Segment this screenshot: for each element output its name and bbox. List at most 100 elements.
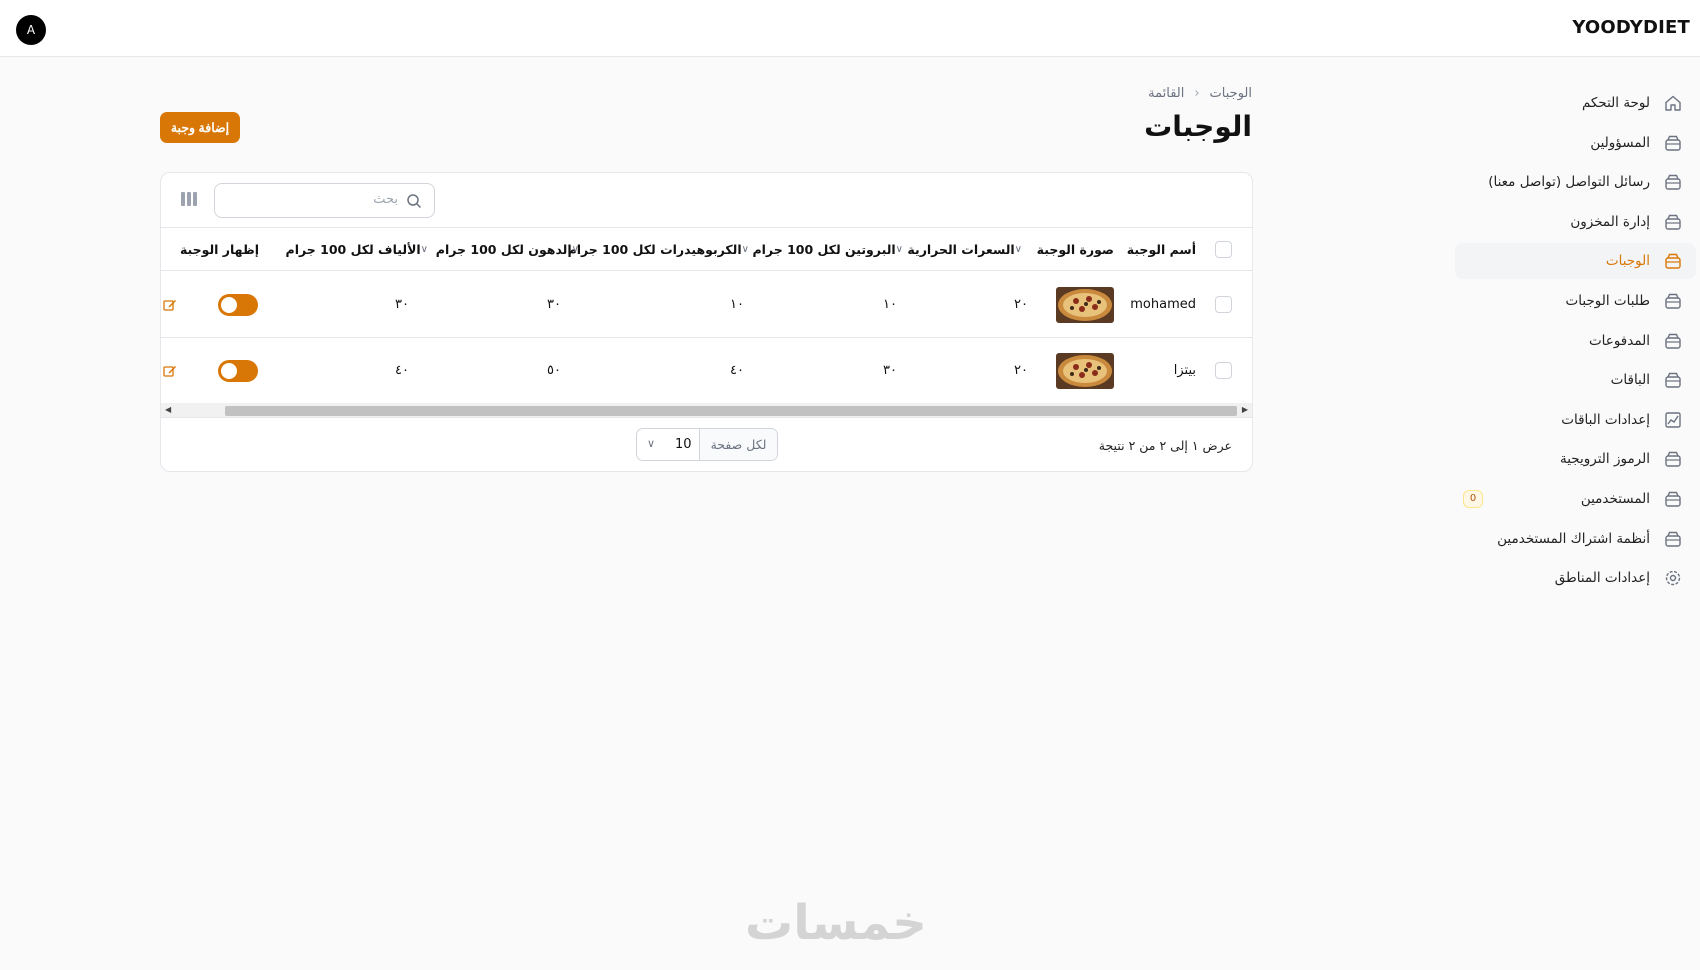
sidebar-item[interactable]: طلبات الوجبات	[1455, 283, 1696, 319]
sort-chevron-icon[interactable]: ∨	[742, 244, 749, 255]
columns-toggle-icon[interactable]	[181, 192, 199, 208]
protein-value: ٣٠	[883, 363, 897, 378]
search-box	[214, 183, 435, 218]
meal-image	[1056, 352, 1114, 389]
row-checkbox-cell	[1215, 338, 1232, 403]
watermark-logo: خمسات	[745, 895, 927, 951]
header-protein[interactable]: البروتين لكل 100 جرام ∨	[752, 228, 909, 270]
sidebar-item[interactable]: الوجبات	[1455, 243, 1696, 280]
scroll-right-icon[interactable]: ▶	[1242, 405, 1248, 414]
box-icon	[1664, 371, 1682, 389]
header-carbs-label: الكربوهيدرات لكل 100 جرام	[567, 241, 742, 257]
box-icon	[1664, 450, 1682, 468]
pagination-summary: عرض ١ إلى ٢ من ٢ نتيجة	[1098, 438, 1232, 453]
box-icon	[1664, 490, 1682, 508]
select-all-checkbox[interactable]	[1215, 240, 1232, 258]
header-name[interactable]: أسم الوجبة	[1127, 228, 1196, 270]
sidebar-item-label: المسؤولين	[1590, 134, 1650, 151]
header-visible: إظهار الوجبة	[179, 241, 259, 257]
fats-value: ٥٠	[547, 363, 561, 378]
home-icon	[1664, 94, 1682, 112]
sidebar-item[interactable]: إعدادات المناطق	[1455, 560, 1696, 596]
sidebar-item[interactable]: لوحة التحكم	[1455, 85, 1696, 121]
header-carbs[interactable]: الكربوهيدرات لكل 100 جرام ∨	[568, 228, 755, 270]
sidebar-item-label: لوحة التحكم	[1581, 95, 1650, 111]
meal-image-cell	[1056, 272, 1114, 337]
box-icon	[1664, 530, 1682, 548]
select-all-checkbox-cell	[1215, 228, 1232, 270]
visibility-toggle[interactable]	[218, 359, 258, 382]
edit-icon[interactable]	[163, 364, 177, 378]
sidebar-item[interactable]: المستخدمين 0	[1455, 481, 1696, 517]
visibility-toggle[interactable]	[218, 293, 258, 316]
horizontal-scrollbar[interactable]: ◀ ▶	[161, 403, 1252, 418]
sidebar-item[interactable]: إعدادات الباقات	[1455, 402, 1696, 438]
table-row: mohamed ٢٠ ١٠ ١٠ ٣٠ ٣٠	[161, 272, 1252, 338]
table-header: أسم الوجبة صورة الوجبة السعرات الحرارية ∨…	[161, 228, 1252, 271]
scrollbar-thumb[interactable]	[225, 406, 1237, 416]
carbs-value: ٤٠	[730, 363, 744, 378]
fiber-value: ٤٠	[395, 363, 409, 378]
breadcrumb-separator-icon: ‹	[1194, 86, 1200, 101]
header-protein-label: البروتين لكل 100 جرام	[752, 241, 896, 257]
visibility-toggle-cell	[218, 272, 258, 337]
sort-chevron-icon[interactable]: ∨	[896, 244, 903, 255]
edit-cell	[163, 272, 177, 337]
sidebar-item[interactable]: إدارة المخزون	[1455, 204, 1696, 240]
chart-icon	[1664, 411, 1682, 429]
sidebar-item[interactable]: المدفوعات	[1455, 323, 1696, 359]
search-icon	[407, 194, 422, 209]
gear-icon	[1664, 569, 1682, 587]
table-toolbar	[161, 173, 1252, 228]
sort-chevron-icon[interactable]: ∨	[1015, 244, 1022, 255]
header-fiber[interactable]: الألياف لكل 100 جرام ∨	[286, 228, 434, 270]
sidebar-item-label: إعدادات المناطق	[1554, 570, 1650, 587]
sidebar-item[interactable]: الرموز الترويجية	[1455, 441, 1696, 477]
box-icon	[1664, 213, 1682, 231]
per-page-select[interactable]: ∨ 10 لكل صفحة	[636, 428, 778, 461]
header-fats[interactable]: الدهون لكل 100 جرام ∨	[436, 228, 585, 270]
box-icon	[1664, 134, 1682, 152]
sidebar-item[interactable]: أنظمة اشتراك المستخدمين	[1455, 521, 1696, 557]
sort-chevron-icon[interactable]: ∨	[572, 244, 579, 255]
brand-logo[interactable]: YOODYDIET	[1572, 17, 1690, 38]
sidebar-item-label: إعدادات الباقات	[1561, 411, 1650, 428]
sidebar-item-label: المدفوعات	[1588, 332, 1650, 349]
search-input[interactable]	[238, 192, 398, 207]
meals-table-card: أسم الوجبة صورة الوجبة السعرات الحرارية∨…	[160, 172, 1253, 472]
table-row: بيتزا ٢٠ ٣٠ ٤٠ ٥٠ ٤٠	[161, 338, 1252, 404]
count-badge: 0	[1463, 489, 1483, 508]
user-avatar[interactable]: A	[16, 15, 46, 45]
edit-icon[interactable]	[163, 298, 177, 312]
sidebar-item[interactable]: المسؤولين	[1455, 125, 1696, 161]
scroll-left-icon[interactable]: ◀	[165, 405, 171, 414]
sidebar-item-label: الباقات	[1610, 372, 1650, 389]
sidebar-item-label: أنظمة اشتراك المستخدمين	[1497, 530, 1650, 547]
sidebar-item[interactable]: الباقات	[1455, 362, 1696, 398]
breadcrumb: الوجبات ‹ القائمة	[1148, 86, 1252, 101]
box-icon	[1664, 173, 1682, 191]
top-bar: A YOODYDIET	[0, 0, 1700, 57]
meal-image	[1056, 286, 1114, 323]
protein-value: ١٠	[883, 297, 897, 312]
row-checkbox[interactable]	[1215, 296, 1232, 313]
breadcrumb-parent[interactable]: الوجبات	[1210, 86, 1252, 101]
breadcrumb-current: القائمة	[1148, 86, 1185, 101]
page-title: الوجبات	[1144, 110, 1252, 143]
sidebar-item-label: طلبات الوجبات	[1565, 292, 1650, 309]
meal-name: بيتزا	[1173, 363, 1196, 378]
box-icon	[1664, 252, 1682, 270]
sort-chevron-icon[interactable]: ∨	[421, 244, 428, 255]
sidebar-item-label: رسائل التواصل (تواصل معنا)	[1488, 174, 1650, 191]
row-checkbox[interactable]	[1215, 362, 1232, 379]
sidebar-item[interactable]: رسائل التواصل (تواصل معنا)	[1455, 164, 1696, 200]
add-meal-button[interactable]: إضافة وجبة	[160, 112, 240, 143]
header-calories[interactable]: السعرات الحرارية ∨	[907, 228, 1028, 270]
chevron-down-icon[interactable]: ∨	[647, 437, 655, 450]
box-icon	[1664, 292, 1682, 310]
per-page-value[interactable]: 10	[675, 437, 692, 452]
carbs-value: ١٠	[730, 297, 744, 312]
sidebar-item-label: المستخدمين	[1580, 490, 1650, 507]
header-fats-label: الدهون لكل 100 جرام	[435, 241, 572, 257]
calories-value: ٢٠	[1014, 363, 1028, 378]
